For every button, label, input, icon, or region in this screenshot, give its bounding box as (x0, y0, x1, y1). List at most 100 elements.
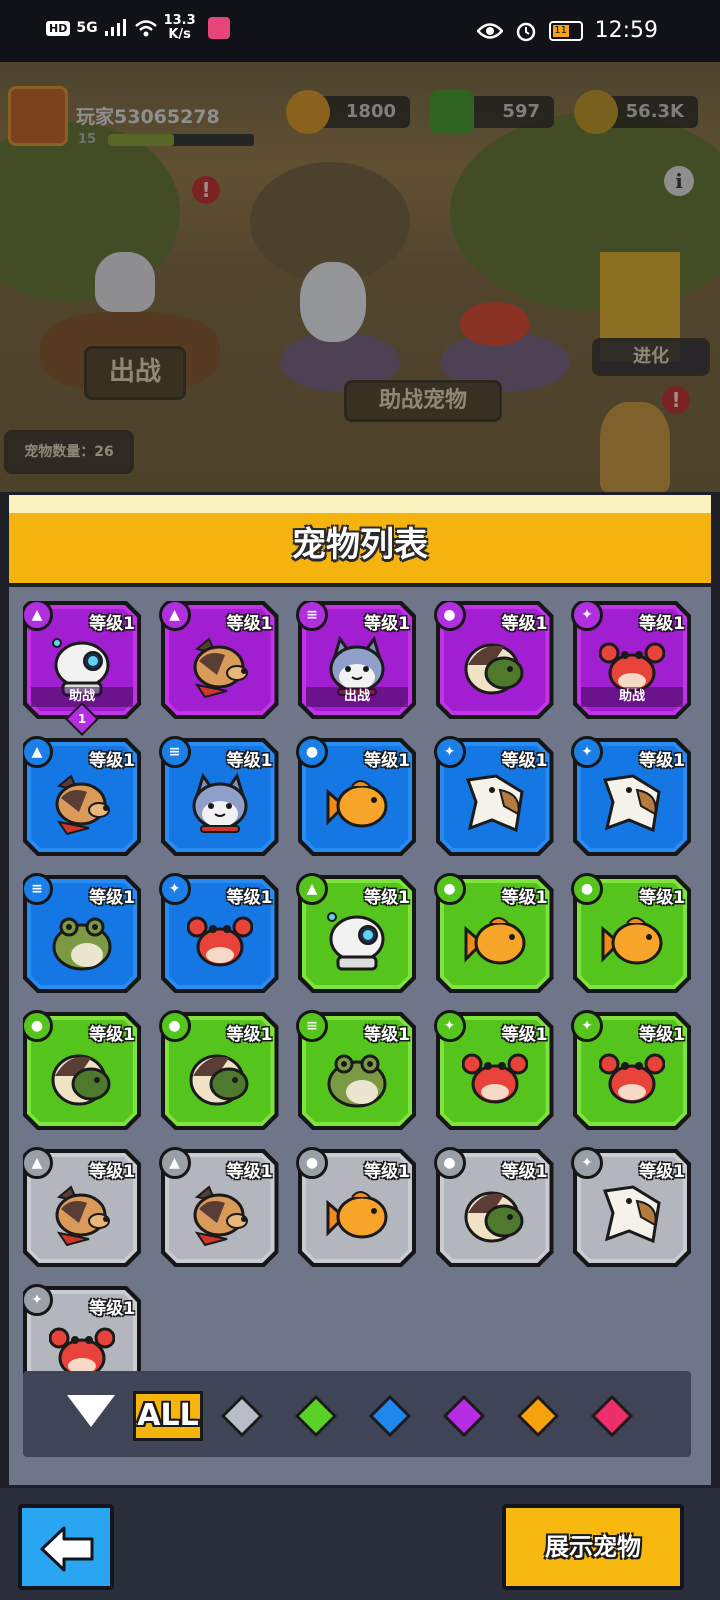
dog-pet-icon (49, 1183, 115, 1249)
clock: 12:59 (594, 18, 658, 43)
pet-card[interactable]: ≡ 等级1 (296, 1010, 416, 1130)
cat-pet-icon (187, 772, 253, 838)
wolf-icon: ▲ (158, 601, 191, 631)
pet-level: 等级1 (501, 614, 548, 634)
pet-level: 等级1 (89, 1025, 135, 1045)
pet-card[interactable]: ✦ 等级1 (433, 736, 554, 856)
pet-level: 等级1 (364, 751, 410, 771)
pet-card[interactable]: ● 等级1 (158, 1010, 279, 1130)
pet-card[interactable]: ✦ 等级1 (571, 736, 691, 856)
pet-card[interactable]: ● 等级1 (433, 1147, 554, 1267)
pet-level: 等级1 (89, 1299, 135, 1319)
pet-card[interactable]: ▲ 等级1 (158, 1147, 279, 1267)
turtle-icon: ● (296, 1147, 328, 1179)
pet-card[interactable]: ✦ 等级1 (571, 1147, 691, 1267)
fish-pet-icon (324, 772, 390, 838)
turtle-icon: ● (158, 1010, 191, 1042)
pet-card[interactable]: ▲ 等级1 助战 1 (23, 601, 141, 736)
pet-card[interactable]: ▲ 等级1 (23, 736, 141, 856)
pet-level: 等级1 (89, 888, 135, 908)
triangle-down-icon[interactable] (67, 1395, 115, 1427)
pet-card[interactable]: ● 等级1 (433, 601, 554, 719)
pet-level: 等级1 (639, 1162, 685, 1182)
pet-card[interactable]: ✦ 等级1 助战 (571, 601, 691, 719)
alarm-icon (516, 22, 535, 41)
pet-card[interactable]: ✦ 等级1 (158, 873, 279, 993)
pet-card[interactable]: ✦ 等级1 (23, 1284, 141, 1377)
filter-grey-gem-button[interactable] (219, 1393, 264, 1438)
pet-card[interactable]: ● 等级1 (571, 873, 691, 993)
pet-card[interactable]: ▲ 等级1 (158, 601, 279, 719)
arrow-left-icon (40, 1526, 94, 1572)
network-badge: HD (46, 20, 71, 36)
status-bar: HD 5G 13.3 K/s 11 12:59 (0, 0, 720, 62)
crab-pet-icon (48, 1320, 116, 1377)
net-speed-unit: K/s (168, 27, 191, 42)
pet-level: 等级1 (639, 888, 685, 908)
battery-icon: 11 (548, 20, 583, 41)
net-speed-value: 13.3 (163, 13, 196, 28)
filter-purple-gem-button[interactable] (441, 1393, 486, 1438)
crab-pet-icon (186, 909, 253, 975)
show-pets-button[interactable]: 展示宠物 (502, 1504, 684, 1590)
filter-red-gem-button[interactable] (589, 1393, 634, 1438)
back-button[interactable] (18, 1504, 114, 1590)
pet-level: 等级1 (226, 1162, 273, 1182)
pet-level: 等级1 (639, 614, 685, 634)
green-gem-icon (294, 1394, 338, 1438)
pet-card[interactable]: ≡ 等级1 (158, 736, 279, 856)
pet-card[interactable]: ▲ 等级1 (296, 873, 416, 993)
filter-green-gem-button[interactable] (293, 1393, 338, 1438)
pet-level: 等级1 (226, 888, 273, 908)
eagle-icon: ✦ (433, 736, 466, 768)
turtle-icon: ● (433, 1147, 466, 1179)
dog-pet-icon (187, 635, 253, 701)
pet-level: 等级1 (364, 1025, 410, 1045)
red-gem-icon (590, 1394, 634, 1438)
frog-pet-icon (324, 1046, 390, 1112)
crab-pet-icon (461, 1046, 528, 1112)
turtle-pet-icon (49, 1046, 115, 1112)
turtle-icon: ● (433, 873, 466, 905)
eagle-icon: ✦ (433, 1010, 466, 1042)
pet-level: 等级1 (639, 751, 685, 771)
pet-card[interactable]: ✦ 等级1 (571, 1010, 691, 1130)
robot-pet-icon (324, 909, 390, 975)
signal-indicator: 5G (76, 20, 98, 36)
eagle-pet-icon (599, 772, 665, 838)
pet-card[interactable]: ≡ 等级1 (23, 873, 141, 993)
pet-level: 等级1 (364, 888, 410, 908)
dog-pet-icon (49, 772, 115, 838)
pet-level: 等级1 (226, 614, 273, 634)
pet-card[interactable]: ● 等级1 (23, 1010, 141, 1130)
stack-icon: ≡ (158, 736, 191, 768)
turtle-pet-icon (462, 1183, 528, 1249)
eagle-icon: ✦ (571, 1147, 603, 1179)
pet-level: 等级1 (364, 1162, 410, 1182)
filter-all-button[interactable]: ALL (133, 1391, 203, 1441)
turtle-icon: ● (433, 601, 466, 631)
purple-gem-icon (442, 1394, 486, 1438)
panel-header: 宠物列表 (9, 495, 711, 587)
pet-card[interactable]: ● 等级1 (433, 873, 554, 993)
turtle-icon: ● (296, 736, 328, 768)
turtle-pet-icon (187, 1046, 253, 1112)
turtle-pet-icon (462, 635, 528, 701)
eye-icon (476, 22, 503, 39)
filter-blue-gem-button[interactable] (367, 1393, 412, 1438)
pet-card[interactable]: ✦ 等级1 (433, 1010, 554, 1130)
pet-card[interactable]: ● 等级1 (296, 736, 416, 856)
pet-card[interactable]: ≡ 等级1 出战 (296, 601, 416, 719)
scene-dim-overlay (0, 62, 720, 492)
eagle-icon: ✦ (571, 736, 603, 768)
pet-card[interactable]: ▲ 等级1 (23, 1147, 141, 1267)
crab-pet-icon (598, 1046, 666, 1112)
pet-status-tag: 助战 (581, 687, 683, 707)
pet-grid: ▲ 等级1 助战 1 ▲ 等级1 ≡ 等级1 出战 ● 等级1 ✦ 等级1 助战 ▲ 等级1 ≡ 等级1 ● 等级1 ✦… (23, 601, 709, 1377)
grey-gem-icon (220, 1394, 264, 1438)
fish-pet-icon (462, 909, 528, 975)
pet-card[interactable]: ● 等级1 (296, 1147, 416, 1267)
pet-level: 等级1 (501, 751, 548, 771)
filter-orange-gem-button[interactable] (515, 1393, 560, 1438)
wolf-icon: ▲ (296, 873, 328, 905)
